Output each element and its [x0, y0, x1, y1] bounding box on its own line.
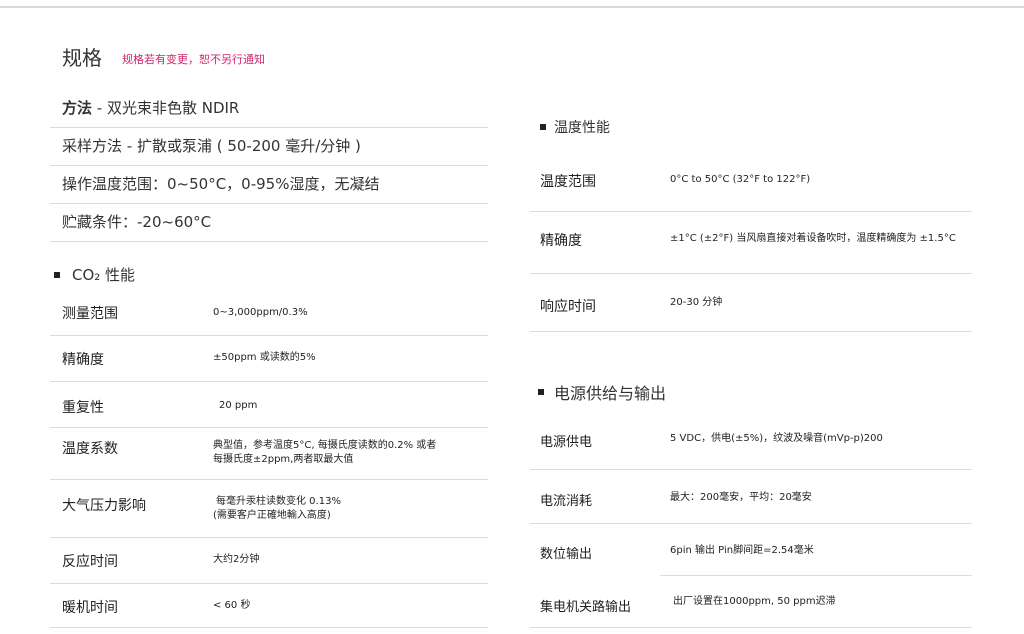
row-label: 数位输出: [540, 547, 593, 562]
row-label: 重复性: [62, 400, 104, 416]
spec-storage-text: 贮藏条件：-20~60°C: [62, 213, 212, 231]
row-label: 电流消耗: [540, 494, 593, 509]
spec-operating-temp-text: 操作温度范围：0~50°C，0-95%湿度，无凝结: [62, 175, 380, 193]
row-value: ±1°C (±2°F) 当风扇直接对着设备吹时，温度精确度为 ±1.5°C: [670, 233, 956, 244]
change-notice: 规格若有变更，恕不另行通知: [122, 53, 265, 66]
row-label: 测量范围: [62, 306, 118, 322]
table-row: 暖机时间 < 60 秒: [50, 584, 488, 628]
spec-operating-temp: 操作温度范围：0~50°C，0-95%湿度，无凝结: [50, 166, 488, 204]
table-row: 电源供电 5 VDC，供电(±5%)，纹波及噪音(mVp-p)200: [530, 412, 972, 470]
spec-method: 方法 - 双光束非色散 NDIR: [50, 90, 488, 128]
row-value: 出厂设置在1000ppm, 50 ppm迟滞: [673, 596, 836, 607]
spec-method-label: 方法: [62, 99, 93, 117]
row-label: 暖机时间: [62, 600, 118, 616]
row-label: 精确度: [540, 233, 582, 249]
bullet-square-icon: [54, 271, 60, 278]
spec-sampling: 采样方法 - 扩散或泵浦 ( 50-200 毫升/分钟 ): [50, 128, 488, 166]
row-value: < 60 秒: [213, 600, 251, 611]
top-divider: [0, 6, 1024, 8]
table-row: 集电机关路输出 出厂设置在1000ppm, 50 ppm迟滞: [530, 576, 972, 628]
table-row: 精确度 ±1°C (±2°F) 当风扇直接对着设备吹时，温度精确度为 ±1.5°…: [530, 212, 972, 274]
spec-sampling-text: 采样方法 - 扩散或泵浦 ( 50-200 毫升/分钟 ): [62, 137, 361, 155]
table-row: 测量范围 0~3,000ppm/0.3%: [50, 290, 488, 336]
row-label: 集电机关路输出: [540, 600, 632, 615]
table-row: 电流消耗 最大：200毫安，平均：20毫安: [530, 470, 972, 524]
table-row: 反应时间 大约2分钟: [50, 538, 488, 584]
row-value: 0°C to 50°C (32°F to 122°F): [670, 174, 811, 185]
temperature-section-title: 温度性能: [540, 117, 610, 137]
row-label: 精确度: [62, 352, 104, 368]
table-row: 温度系数 典型值，参考温度5°C, 每摄氏度读数的0.2% 或者 每摄氏度±2p…: [50, 428, 488, 480]
row-value: 每毫升汞柱读数变化 0.13%: [216, 496, 341, 507]
row-label: 反应时间: [62, 554, 118, 570]
power-section-title: 电源供给与输出: [538, 380, 666, 404]
table-row: 重复性 20 ppm: [50, 382, 488, 428]
temperature-section-title-text: 温度性能: [554, 120, 610, 136]
row-value: 6pin 输出 Pin脚间距=2.54毫米: [670, 545, 814, 556]
page-title: 规格: [62, 46, 102, 70]
power-section-title-text: 电源供给与输出: [554, 384, 667, 403]
row-value: 0~3,000ppm/0.3%: [213, 307, 308, 318]
row-label: 大气压力影响: [62, 498, 146, 514]
row-value-line2: 每摄氏度±2ppm,两者取最大值: [213, 454, 354, 465]
table-row: 温度范围 0°C to 50°C (32°F to 122°F): [530, 146, 972, 212]
row-value: 最大：200毫安，平均：20毫安: [670, 492, 812, 503]
bullet-square-icon: [540, 124, 546, 130]
row-value: ±50ppm 或读数的5%: [213, 352, 316, 363]
row-label: 响应时间: [540, 299, 596, 315]
co2-section-title: CO₂ 性能: [54, 264, 135, 285]
table-row: 大气压力影响 每毫升汞柱读数变化 0.13% (需要客户正確地輸入高度): [50, 480, 488, 538]
row-value: 20-30 分钟: [670, 297, 723, 308]
table-row: 精确度 ±50ppm 或读数的5%: [50, 336, 488, 382]
row-value: 大约2分钟: [213, 554, 260, 565]
row-value: 典型值，参考温度5°C, 每摄氏度读数的0.2% 或者: [213, 440, 437, 451]
table-row: 响应时间 20-30 分钟: [530, 274, 972, 332]
row-label: 电源供电: [540, 435, 593, 450]
spec-storage: 贮藏条件：-20~60°C: [50, 204, 488, 242]
row-label: 温度系数: [62, 441, 118, 457]
row-value: 5 VDC，供电(±5%)，纹波及噪音(mVp-p)200: [670, 433, 883, 444]
row-label: 温度范围: [540, 174, 596, 190]
row-value-line2: (需要客户正確地輸入高度): [213, 510, 331, 521]
spec-method-text: - 双光束非色散 NDIR: [92, 99, 240, 117]
co2-section-title-text: CO₂ 性能: [72, 266, 136, 284]
table-row: 数位输出 6pin 输出 Pin脚间距=2.54毫米: [540, 524, 972, 576]
bullet-square-icon: [538, 389, 544, 395]
row-value: 20 ppm: [219, 400, 258, 411]
